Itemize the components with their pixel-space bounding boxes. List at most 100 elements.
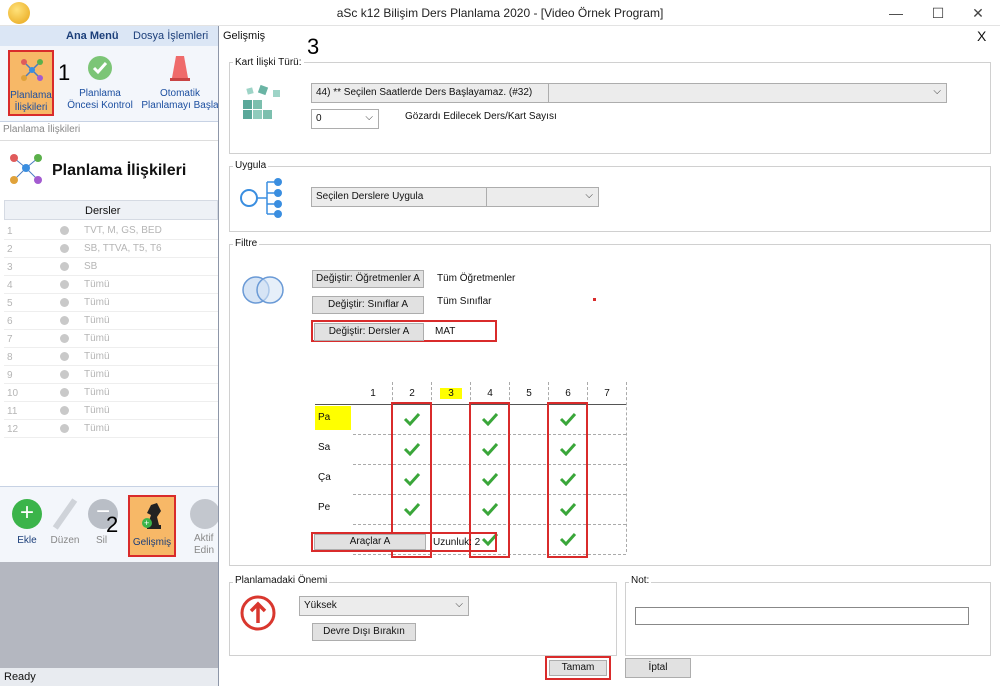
arrow-up-circle-icon — [240, 595, 276, 631]
lock-icon — [60, 370, 69, 379]
ribbon-planlama-oncesi-button[interactable]: Planlama Öncesi Kontrol — [62, 50, 138, 116]
day-label[interactable]: Pe — [315, 496, 351, 520]
apply-select[interactable]: Seçilen Derslere Uygula — [311, 187, 487, 207]
tools-button[interactable]: Araçlar A — [314, 534, 426, 550]
maximize-button[interactable]: ☐ — [918, 2, 958, 24]
row-number: 10 — [7, 388, 19, 399]
ribbon-otomatik-button[interactable]: Otomatik Planlamayı Başla — [140, 50, 218, 116]
period-header[interactable]: 4 — [479, 388, 501, 399]
ribbon-label-line2: Planlamayı Başla — [141, 100, 218, 111]
table-header: Dersler — [4, 200, 218, 220]
annotation-number-2: 2 — [106, 512, 119, 537]
table-row[interactable]: 5 Tümü — [4, 294, 218, 312]
play-icon — [190, 499, 218, 529]
group-kart-iliski — [229, 62, 991, 154]
row-number: 1 — [7, 226, 13, 237]
apply-select-dropdown[interactable]: ⌵ — [487, 187, 599, 207]
change-teachers-button[interactable]: Değiştir: Öğretmenler A — [312, 270, 424, 288]
add-label: Ekle — [17, 535, 37, 546]
kart-type-select[interactable]: 44) ** Seçilen Saatlerde Ders Başlayamaz… — [311, 83, 549, 103]
period-header[interactable]: 1 — [362, 388, 384, 399]
title-bar: aSc k12 Bilişim Ders Planlama 2020 - [Vi… — [0, 0, 1000, 26]
change-subjects-button[interactable]: Değiştir: Dersler A — [314, 323, 424, 341]
chess-knight-icon: + — [142, 503, 161, 529]
minimize-button[interactable]: — — [876, 2, 916, 24]
advanced-button[interactable]: + Gelişmiş — [128, 495, 176, 557]
window-title: aSc k12 Bilişim Ders Planlama 2020 - [Vi… — [336, 6, 664, 20]
left-pane: Planlama İlişkileri Planlama İlişkileri … — [0, 122, 218, 486]
table-row[interactable]: 4 Tümü — [4, 276, 218, 294]
red-dot — [593, 298, 596, 301]
length-label: Uzunluk: 2 — [433, 537, 481, 548]
table-row[interactable]: 9 Tümü — [4, 366, 218, 384]
table-row[interactable]: 6 Tümü — [4, 312, 218, 330]
network-icon — [21, 59, 43, 81]
ribbon-label-line1: Otomatik — [159, 88, 200, 99]
row-subjects: Tümü — [84, 423, 110, 434]
row-subjects: SB, TTVA, T5, T6 — [84, 243, 162, 254]
table-row[interactable]: 12 Tümü — [4, 420, 218, 438]
breadcrumb: Planlama İlişkileri — [3, 124, 81, 135]
svg-text:+: + — [144, 518, 149, 528]
change-classes-button[interactable]: Değiştir: Sınıflar A — [312, 296, 424, 314]
kart-type-select-dropdown[interactable]: ⌵ — [549, 83, 947, 103]
ribbon: Planlama İlişkileri Planlama Öncesi Kont… — [0, 46, 218, 122]
table-row[interactable]: 10 Tümü — [4, 384, 218, 402]
activate-button[interactable]: Aktif Edin — [186, 495, 218, 559]
menu-dosya-islemleri[interactable]: Dosya İşlemleri — [133, 30, 208, 42]
period-header[interactable]: 5 — [518, 388, 540, 399]
grid-divider — [626, 382, 627, 552]
ignore-count-value: 0 — [316, 113, 322, 124]
subjects-value: MAT — [435, 326, 456, 337]
kart-label: Kart İlişki Türü: — [233, 57, 304, 68]
chevron-down-icon: ⌵ — [455, 599, 463, 610]
row-subjects: Tümü — [84, 279, 110, 290]
close-window-button[interactable]: ✕ — [958, 2, 998, 24]
table-row[interactable]: 3 SB — [4, 258, 218, 276]
tree-icon — [240, 178, 282, 218]
row-number: 7 — [7, 334, 13, 345]
table-row[interactable]: 11 Tümü — [4, 402, 218, 420]
row-number: 12 — [7, 424, 19, 435]
ignore-count-select[interactable]: 0 ⌵ — [311, 109, 379, 129]
importance-value: Yüksek — [304, 600, 337, 611]
note-input[interactable] — [635, 607, 969, 625]
lock-icon — [60, 316, 69, 325]
day-label[interactable]: Sa — [315, 436, 351, 460]
page-title: Planlama İlişkileri — [52, 162, 187, 179]
period-header[interactable]: 6 — [557, 388, 579, 399]
column-header-dersler[interactable]: Dersler — [85, 205, 120, 217]
add-button[interactable]: + Ekle — [8, 495, 46, 555]
annotation-number-3: 3 — [307, 34, 320, 59]
period-header[interactable]: 3 — [440, 388, 462, 399]
apply-value: Seçilen Derslere Uygula — [316, 191, 424, 202]
period-header[interactable]: 2 — [401, 388, 423, 399]
traffic-cone-icon — [170, 56, 190, 81]
table-row[interactable]: 2 SB, TTVA, T5, T6 — [4, 240, 218, 258]
dialog-close-button[interactable]: X — [977, 28, 986, 44]
day-label[interactable]: Pa — [315, 406, 351, 430]
lock-icon — [60, 334, 69, 343]
importance-select[interactable]: Yüksek ⌵ — [299, 596, 469, 616]
chevron-down-icon: ⌵ — [365, 112, 373, 123]
lock-icon — [60, 226, 69, 235]
table-row[interactable]: 8 Tümü — [4, 348, 218, 366]
kart-type-value: 44) ** Seçilen Saatlerde Ders Başlayamaz… — [316, 87, 533, 98]
ribbon-planlama-iliskileri-button[interactable]: Planlama İlişkileri — [8, 50, 54, 116]
ignore-count-label: Gözardı Edilecek Ders/Kart Sayısı — [405, 111, 557, 122]
period-header[interactable]: 7 — [596, 388, 618, 399]
day-label[interactable]: Ça — [315, 466, 351, 490]
ok-button[interactable]: Tamam — [549, 660, 607, 676]
lock-icon — [60, 406, 69, 415]
ribbon-label-line2: İlişkileri — [14, 102, 48, 113]
disable-button[interactable]: Devre Dışı Bırakın — [312, 623, 416, 641]
row-number: 11 — [7, 406, 18, 417]
table-row[interactable]: 7 Tümü — [4, 330, 218, 348]
check-circle-icon — [88, 56, 112, 80]
menu-ana-menu[interactable]: Ana Menü — [66, 30, 119, 42]
table-row[interactable]: 1 TVT, M, GS, BED — [4, 222, 218, 240]
edit-button[interactable]: Düzen — [46, 495, 84, 555]
row-number: 6 — [7, 316, 13, 327]
cancel-button[interactable]: İptal — [625, 658, 691, 678]
row-subjects: SB — [84, 261, 98, 272]
